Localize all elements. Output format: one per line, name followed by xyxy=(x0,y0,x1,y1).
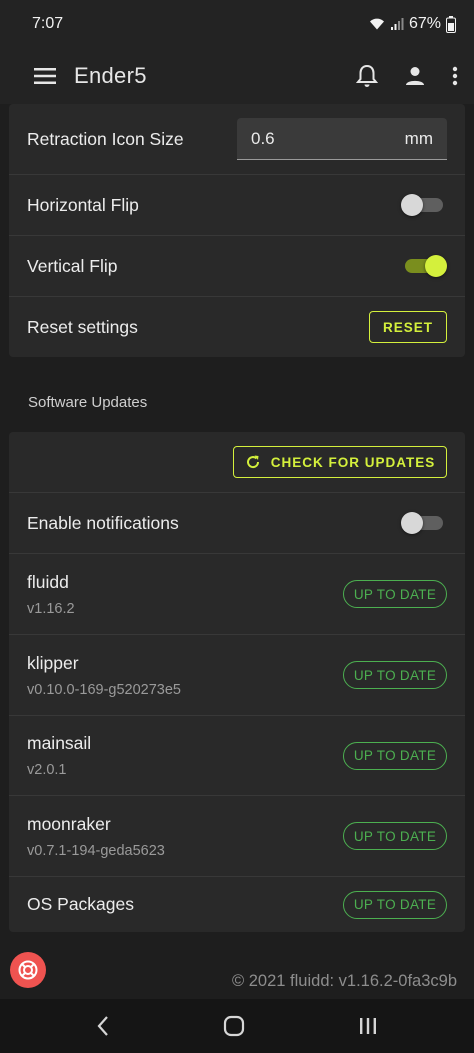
up-to-date-badge: UP TO DATE xyxy=(343,890,447,919)
horizontal-flip-toggle[interactable] xyxy=(401,193,447,217)
retraction-icon-size-unit: mm xyxy=(404,128,433,148)
component-version: v2.0.1 xyxy=(27,762,67,778)
reset-settings-label: Reset settings xyxy=(27,316,138,337)
battery-percent: 67% xyxy=(408,15,441,32)
retraction-icon-size-label: Retraction Icon Size xyxy=(27,128,184,149)
vertical-flip-row: Vertical Flip xyxy=(9,236,465,297)
menu-icon[interactable] xyxy=(34,68,56,84)
status-time: 7:07 xyxy=(32,15,64,32)
wifi-icon xyxy=(369,18,384,30)
up-to-date-badge: UP TO DATE xyxy=(343,741,447,770)
app-title: Ender5 xyxy=(74,63,147,88)
component-name: moonraker xyxy=(27,813,111,834)
component-name: mainsail xyxy=(27,733,92,753)
recents-icon[interactable] xyxy=(358,1016,378,1036)
up-to-date-badge: UP TO DATE xyxy=(343,661,447,689)
component-info: fluidd v1.16.2 xyxy=(27,572,343,617)
more-vert-icon[interactable] xyxy=(452,66,458,86)
battery-icon xyxy=(446,15,456,33)
back-icon[interactable] xyxy=(96,1015,110,1037)
component-info: mainsail v2.0.1 xyxy=(27,733,343,778)
reset-button[interactable]: RESET xyxy=(369,311,447,343)
component-row-klipper: klipper v0.10.0-169-g520273e5 UP TO DATE xyxy=(9,635,465,716)
component-version: v0.10.0-169-g520273e5 xyxy=(27,681,181,698)
up-to-date-badge: UP TO DATE xyxy=(343,822,447,850)
footer: © 2021 fluidd: v1.16.2-0fa3c9b xyxy=(0,958,474,998)
check-for-updates-label: CHECK FOR UPDATES xyxy=(270,454,436,470)
signal-icon xyxy=(390,18,404,30)
system-nav-bar xyxy=(0,999,474,1053)
retraction-icon-size-input[interactable]: 0.6 mm xyxy=(237,118,447,160)
vertical-flip-toggle[interactable] xyxy=(401,254,447,278)
vertical-flip-label: Vertical Flip xyxy=(27,255,118,276)
enable-notifications-row: Enable notifications xyxy=(9,493,465,554)
component-info: klipper v0.10.0-169-g520273e5 xyxy=(27,653,343,698)
component-version: v0.7.1-194-geda5623 xyxy=(27,842,165,859)
refresh-icon xyxy=(246,455,259,469)
component-name: OS Packages xyxy=(27,894,134,914)
toggle-thumb xyxy=(401,194,423,216)
component-row-os-packages: OS Packages UP TO DATE xyxy=(9,877,465,932)
bell-icon[interactable] xyxy=(356,64,378,88)
component-info: moonraker v0.7.1-194-geda5623 xyxy=(27,814,343,859)
home-icon[interactable] xyxy=(223,1015,245,1037)
check-updates-row: CHECK FOR UPDATES xyxy=(9,432,465,493)
component-version: v1.16.2 xyxy=(27,600,75,617)
component-row-fluidd: fluidd v1.16.2 UP TO DATE xyxy=(9,554,465,635)
status-bar: 7:07 67% xyxy=(0,0,474,48)
component-name: klipper xyxy=(27,652,79,673)
display-settings-card: Retraction Icon Size 0.6 mm Horizontal F… xyxy=(9,104,465,357)
enable-notifications-toggle[interactable] xyxy=(401,511,447,535)
check-for-updates-button[interactable]: CHECK FOR UPDATES xyxy=(233,446,447,478)
component-row-moonraker: moonraker v0.7.1-194-geda5623 UP TO DATE xyxy=(9,796,465,877)
horizontal-flip-label: Horizontal Flip xyxy=(27,194,139,215)
toggle-thumb xyxy=(425,255,447,277)
software-updates-title: Software Updates xyxy=(28,394,148,411)
horizontal-flip-row: Horizontal Flip xyxy=(9,175,465,236)
account-icon[interactable] xyxy=(404,65,426,87)
software-updates-card: CHECK FOR UPDATES Enable notifications f… xyxy=(9,432,465,932)
toggle-thumb xyxy=(401,512,423,534)
component-row-mainsail: mainsail v2.0.1 UP TO DATE xyxy=(9,716,465,796)
help-fab[interactable] xyxy=(10,952,46,988)
settings-content[interactable]: Retraction Icon Size 0.6 mm Horizontal F… xyxy=(0,104,474,999)
component-name: fluidd xyxy=(27,571,69,592)
reset-settings-row: Reset settings RESET xyxy=(9,297,465,357)
app-bar: Ender5 xyxy=(0,48,474,104)
up-to-date-badge: UP TO DATE xyxy=(343,580,447,608)
retraction-icon-size-value[interactable]: 0.6 xyxy=(251,129,405,149)
copyright-text: © 2021 fluidd: v1.16.2-0fa3c9b xyxy=(232,972,457,990)
lifebuoy-icon xyxy=(18,960,38,980)
enable-notifications-label: Enable notifications xyxy=(27,512,179,533)
retraction-icon-size-row: Retraction Icon Size 0.6 mm xyxy=(9,104,465,175)
